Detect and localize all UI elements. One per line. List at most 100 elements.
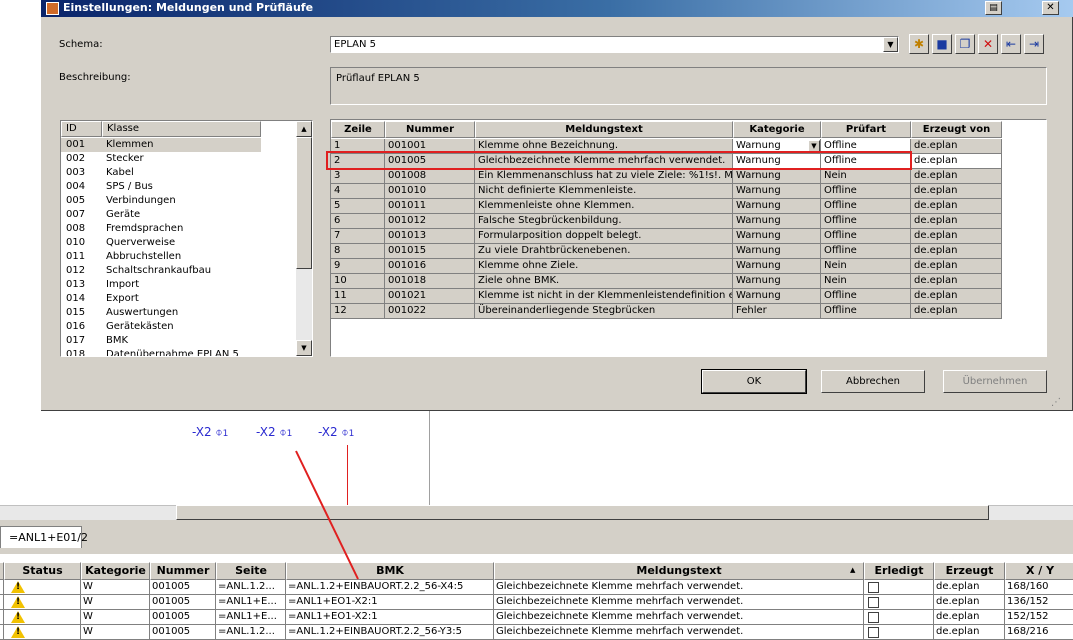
- grid-cell-pruefart[interactable]: Offline: [821, 244, 911, 259]
- class-list-header-klasse[interactable]: Klasse: [102, 121, 261, 137]
- grid-cell-erzeugt-von[interactable]: de.eplan: [911, 274, 1002, 289]
- message-cell[interactable]: Gleichbezeichnete Klemme mehrfach verwen…: [494, 625, 864, 640]
- ok-button[interactable]: OK: [701, 369, 807, 394]
- grid-cell-meldungstext[interactable]: Ziele ohne BMK.: [475, 274, 733, 289]
- grid-cell-zeile[interactable]: 6: [331, 214, 385, 229]
- grid-cell-nummer[interactable]: 001022: [385, 304, 475, 319]
- grid-cell-erzeugt-von[interactable]: de.eplan: [911, 169, 1002, 184]
- grid-cell-pruefart[interactable]: Offline: [821, 229, 911, 244]
- grid-cell-nummer[interactable]: 001012: [385, 214, 475, 229]
- message-cell[interactable]: 001005: [150, 580, 216, 595]
- message-cell[interactable]: 152/152: [1005, 610, 1073, 625]
- done-checkbox[interactable]: [868, 627, 879, 638]
- message-cell[interactable]: de.eplan: [934, 595, 1005, 610]
- grid-cell-zeile[interactable]: 10: [331, 274, 385, 289]
- message-cell[interactable]: 136/152: [1005, 595, 1073, 610]
- grid-cell-meldungstext[interactable]: Klemme ohne Ziele.: [475, 259, 733, 274]
- horizontal-scroll-thumb[interactable]: [176, 505, 989, 520]
- class-list-item[interactable]: 018 Datenübernahme EPLAN 5: [61, 348, 297, 356]
- grid-cell-zeile[interactable]: 11: [331, 289, 385, 304]
- message-cell[interactable]: de.eplan: [934, 625, 1005, 640]
- message-cell[interactable]: =ANL1+E...: [216, 610, 286, 625]
- message-cell[interactable]: de.eplan: [934, 610, 1005, 625]
- class-list-item[interactable]: 002 Stecker: [61, 152, 297, 166]
- chevron-down-icon[interactable]: ▼: [883, 37, 898, 52]
- grid-cell-meldungstext[interactable]: Ein Klemmenanschluss hat zu viele Ziele:…: [475, 169, 733, 184]
- class-list-item[interactable]: 003 Kabel: [61, 166, 297, 180]
- grid-cell-pruefart[interactable]: Offline: [821, 184, 911, 199]
- grid-cell-pruefart[interactable]: Nein: [821, 169, 911, 184]
- grid-cell-pruefart[interactable]: Nein: [821, 274, 911, 289]
- class-list-item[interactable]: 005 Verbindungen: [61, 194, 297, 208]
- message-cell[interactable]: W: [81, 625, 150, 640]
- message-cell[interactable]: Gleichbezeichnete Klemme mehrfach verwen…: [494, 595, 864, 610]
- message-cell[interactable]: W: [81, 595, 150, 610]
- scroll-up-icon[interactable]: ▲: [296, 121, 312, 137]
- class-list-item[interactable]: 004 SPS / Bus: [61, 180, 297, 194]
- grid-cell-nummer[interactable]: 001016: [385, 259, 475, 274]
- grid-cell-nummer[interactable]: 001015: [385, 244, 475, 259]
- message-header-status[interactable]: Status: [4, 562, 81, 580]
- grid-cell-zeile[interactable]: 9: [331, 259, 385, 274]
- vertical-scrollbar[interactable]: ▲ ▼: [296, 121, 312, 356]
- grid-cell-meldungstext[interactable]: Klemme ist nicht in der Klemmenleistende…: [475, 289, 733, 304]
- grid-cell-erzeugt-von[interactable]: de.eplan: [911, 199, 1002, 214]
- grid-cell-kategorie[interactable]: Warnung: [733, 259, 821, 274]
- class-list-item[interactable]: 007 Geräte: [61, 208, 297, 222]
- grid-cell-nummer[interactable]: 001010: [385, 184, 475, 199]
- grid-cell-zeile[interactable]: 8: [331, 244, 385, 259]
- message-header-bmk[interactable]: BMK: [286, 562, 494, 580]
- grid-cell-pruefart[interactable]: Offline: [821, 289, 911, 304]
- grid-cell-meldungstext[interactable]: Nicht definierte Klemmenleiste.: [475, 184, 733, 199]
- grid-header-erzeugt-von[interactable]: Erzeugt von: [911, 121, 1002, 138]
- export-icon[interactable]: ⇥: [1024, 34, 1044, 54]
- message-header-xy[interactable]: X / Y: [1005, 562, 1073, 580]
- grid-cell-nummer[interactable]: 001013: [385, 229, 475, 244]
- done-checkbox[interactable]: [868, 582, 879, 593]
- message-header-erledigt[interactable]: Erledigt: [864, 562, 934, 580]
- message-cell[interactable]: =ANL1+EO1-X2:1: [286, 595, 494, 610]
- grid-cell-erzeugt-von[interactable]: de.eplan: [911, 304, 1002, 319]
- description-field[interactable]: Prüflauf EPLAN 5: [330, 67, 1047, 105]
- grid-cell-nummer[interactable]: 001011: [385, 199, 475, 214]
- grid-cell-nummer[interactable]: 001008: [385, 169, 475, 184]
- save-icon[interactable]: ■: [932, 34, 952, 54]
- terminal-symbol[interactable]: -X2 ⌽1: [192, 425, 228, 440]
- grid-cell-kategorie[interactable]: Warnung: [733, 289, 821, 304]
- grid-cell-kategorie[interactable]: Warnung: [733, 244, 821, 259]
- grid-cell-erzeugt-von[interactable]: de.eplan: [911, 259, 1002, 274]
- grid-cell-erzeugt-von[interactable]: de.eplan: [911, 244, 1002, 259]
- grid-cell-erzeugt-von[interactable]: de.eplan: [911, 229, 1002, 244]
- grid-header-kategorie[interactable]: Kategorie: [733, 121, 821, 138]
- message-cell[interactable]: =ANL.1.2+EINBAUORT.2.2_56-Y3:5: [286, 625, 494, 640]
- done-checkbox[interactable]: [868, 597, 879, 608]
- dialog-titlebar[interactable]: Einstellungen: Meldungen und Prüfläufe ▤…: [41, 0, 1073, 17]
- close-icon[interactable]: ✕: [1042, 1, 1059, 15]
- class-list-item[interactable]: 011 Abbruchstellen: [61, 250, 297, 264]
- grid-cell-kategorie[interactable]: Warnung: [733, 214, 821, 229]
- grid-cell-pruefart[interactable]: Nein: [821, 259, 911, 274]
- grid-cell-erzeugt-von[interactable]: de.eplan: [911, 184, 1002, 199]
- grid-cell-erzeugt-von[interactable]: de.eplan: [911, 154, 1002, 169]
- grid-cell-erzeugt-von[interactable]: de.eplan: [911, 214, 1002, 229]
- delete-icon[interactable]: ✕: [978, 34, 998, 54]
- schema-select[interactable]: EPLAN 5 ▼: [330, 36, 899, 53]
- message-cell[interactable]: W: [81, 610, 150, 625]
- grid-cell-kategorie[interactable]: Warnung: [733, 199, 821, 214]
- grid-cell-nummer[interactable]: 001018: [385, 274, 475, 289]
- message-cell[interactable]: Gleichbezeichnete Klemme mehrfach verwen…: [494, 580, 864, 595]
- message-cell[interactable]: =ANL1+E...: [216, 595, 286, 610]
- resize-grip-icon[interactable]: ⋰: [1051, 397, 1061, 408]
- scroll-down-icon[interactable]: ▼: [296, 340, 312, 356]
- message-cell[interactable]: Gleichbezeichnete Klemme mehrfach verwen…: [494, 610, 864, 625]
- print-icon[interactable]: ▤: [985, 1, 1002, 15]
- grid-cell-meldungstext[interactable]: Formularposition doppelt belegt.: [475, 229, 733, 244]
- class-list-item[interactable]: 008 Fremdsprachen: [61, 222, 297, 236]
- grid-cell-kategorie[interactable]: Warnung: [733, 274, 821, 289]
- grid-cell-kategorie[interactable]: Warnung: [733, 229, 821, 244]
- class-list-item[interactable]: 017 BMK: [61, 334, 297, 348]
- message-header-meldungstext[interactable]: Meldungstext: [494, 562, 864, 580]
- grid-cell-pruefart[interactable]: Offline: [821, 304, 911, 319]
- grid-cell-zeile[interactable]: 3: [331, 169, 385, 184]
- message-cell[interactable]: =ANL1+EO1-X2:1: [286, 610, 494, 625]
